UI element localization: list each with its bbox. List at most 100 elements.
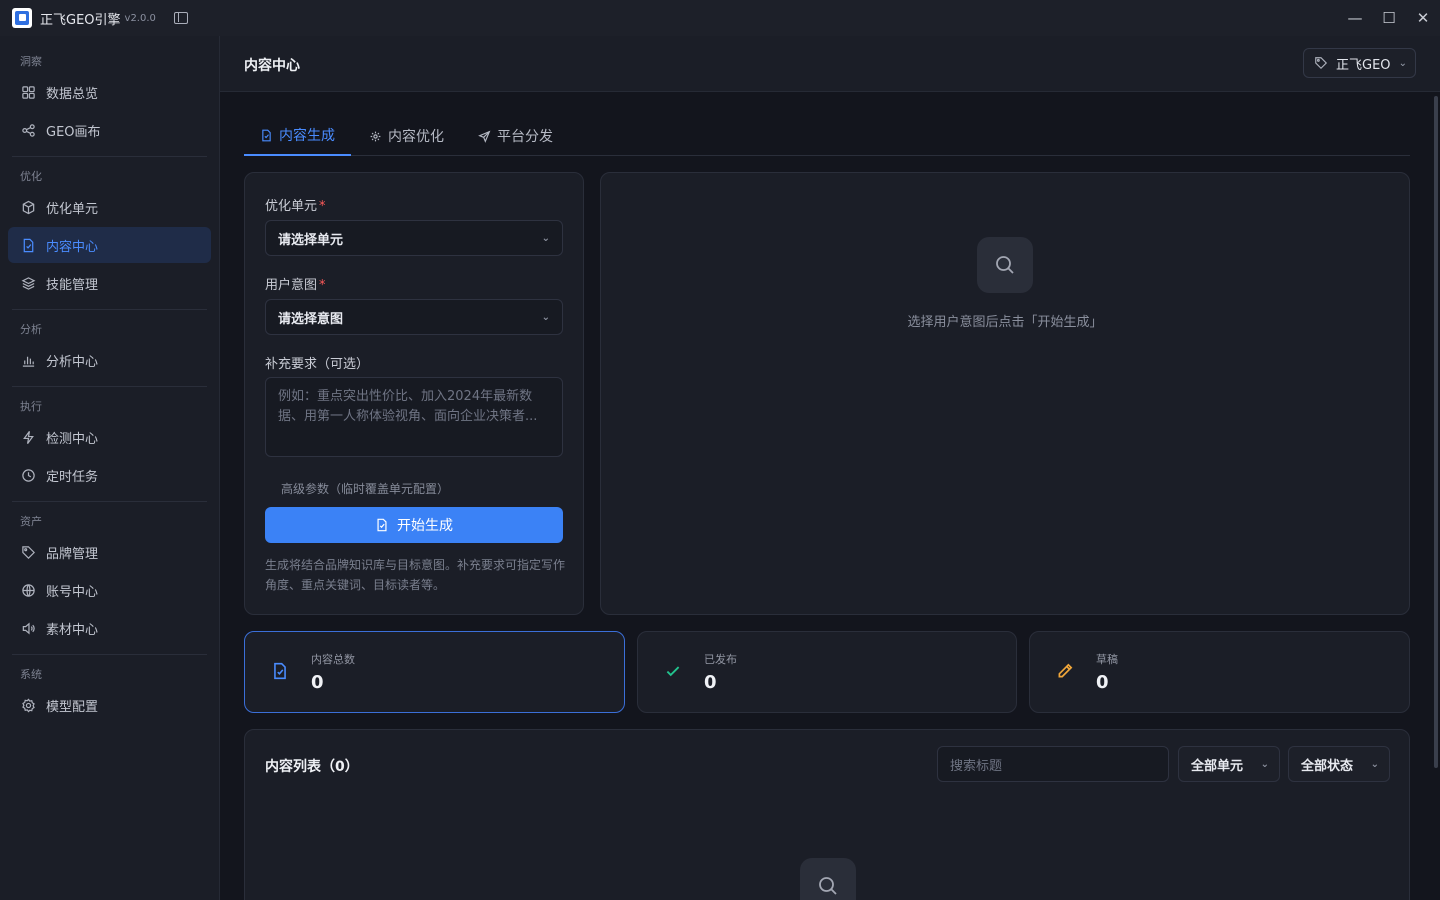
- chevron-down-icon: ⌄: [541, 232, 550, 244]
- generation-form: 优化单元* 请选择单元 ⌄ 用户意图* 请选择意图 ⌄ 补充要求（可选） 高级参…: [244, 172, 584, 615]
- sidebar-item-label: 优化单元: [46, 201, 99, 217]
- tab-content-optimize[interactable]: 内容优化: [353, 116, 460, 156]
- stat-total-content[interactable]: 内容总数 0: [244, 631, 625, 713]
- extra-requirements-input[interactable]: [265, 377, 563, 457]
- page-title: 内容中心: [244, 58, 300, 74]
- divider: [12, 654, 207, 655]
- sidebar-item-account-center[interactable]: 账号中心: [8, 572, 211, 608]
- sidebar-item-model-config[interactable]: 模型配置: [8, 687, 211, 723]
- search-title-input[interactable]: 搜索标题: [937, 746, 1169, 782]
- sidebar-item-geo-canvas[interactable]: GEO画布: [8, 112, 211, 148]
- unit-label: 优化单元 *: [265, 199, 326, 214]
- document-check-icon: [274, 662, 286, 680]
- section-label-optimize: 优化: [20, 170, 42, 183]
- section-label-assets: 资产: [20, 515, 42, 528]
- unit-select[interactable]: 请选择单元 ⌄: [265, 220, 563, 256]
- sidebar-item-content-center[interactable]: 内容中心: [8, 227, 211, 263]
- status-filter-value: 全部状态: [1301, 758, 1354, 774]
- maximize-icon[interactable]: ☐: [1372, 0, 1406, 36]
- chevron-down-icon: ⌄: [1260, 758, 1269, 770]
- app-title: 正飞GEO引擎: [40, 12, 121, 28]
- start-generate-button[interactable]: 开始生成: [265, 507, 563, 543]
- stat-value: 0: [1096, 672, 1109, 693]
- divider: [12, 156, 207, 157]
- sidebar-item-label: GEO画布: [46, 124, 101, 140]
- tag-icon: [1315, 57, 1328, 70]
- brand-selector[interactable]: 正飞GEO ⌄: [1303, 48, 1416, 78]
- stat-drafts[interactable]: 草稿 0: [1029, 631, 1410, 713]
- document-icon: [20, 237, 36, 253]
- section-label-analysis: 分析: [20, 323, 42, 336]
- section-label-system: 系统: [20, 668, 42, 681]
- divider: [12, 386, 207, 387]
- tab-content-generate[interactable]: 内容生成: [244, 116, 351, 156]
- app-version: v2.0.0: [124, 12, 156, 24]
- extra-requirements-label: 补充要求（可选）: [265, 357, 370, 372]
- intent-label: 用户意图 *: [265, 278, 326, 293]
- section-label-execute: 执行: [20, 400, 42, 413]
- sidebar-item-label: 账号中心: [46, 584, 99, 600]
- sidebar-item-label: 内容中心: [46, 239, 99, 255]
- brand-selector-label: 正飞GEO: [1336, 57, 1391, 73]
- tab-label: 平台分发: [497, 129, 553, 145]
- sidebar-item-label: 定时任务: [46, 469, 99, 485]
- section-label-insight: 洞察: [20, 55, 42, 68]
- search-icon: [800, 858, 856, 900]
- stat-label: 已发布: [704, 653, 737, 666]
- tag-icon: [20, 544, 36, 560]
- layers-icon: [20, 275, 36, 291]
- tab-platform-distribute[interactable]: 平台分发: [462, 116, 569, 156]
- sidebar-item-optimization-unit[interactable]: 优化单元: [8, 189, 211, 225]
- chevron-down-icon: ⌄: [1398, 57, 1407, 69]
- intent-select[interactable]: 请选择意图 ⌄: [265, 299, 563, 335]
- sidebar-item-label: 技能管理: [46, 277, 99, 293]
- gear-icon: [20, 697, 36, 713]
- sidebar-item-label: 分析中心: [46, 354, 99, 370]
- start-generate-label: 开始生成: [397, 518, 453, 534]
- cube-icon: [20, 199, 36, 215]
- window-controls: — ☐ ✕: [1338, 0, 1440, 36]
- sidebar-item-material-center[interactable]: 素材中心: [8, 610, 211, 646]
- tab-label: 内容生成: [279, 128, 335, 144]
- status-filter-select[interactable]: 全部状态 ⌄: [1288, 746, 1390, 782]
- search-icon: [977, 237, 1033, 293]
- intent-select-value: 请选择意图: [278, 311, 344, 327]
- stat-label: 内容总数: [311, 653, 355, 666]
- sidebar-item-brand-management[interactable]: 品牌管理: [8, 534, 211, 570]
- scrollbar[interactable]: [1434, 96, 1438, 768]
- stat-published[interactable]: 已发布 0: [637, 631, 1017, 713]
- lightning-icon: [20, 429, 36, 445]
- stat-value: 0: [704, 672, 717, 693]
- preview-empty-text: 选择用户意图后点击「开始生成」: [907, 315, 1103, 330]
- unit-select-value: 请选择单元: [278, 232, 344, 248]
- minimize-icon[interactable]: —: [1338, 0, 1372, 36]
- stat-value: 0: [311, 672, 324, 693]
- pencil-icon: [1058, 663, 1073, 678]
- send-icon: [478, 130, 491, 143]
- sidebar-item-data-overview[interactable]: 数据总览: [8, 74, 211, 110]
- sparkle-icon: [370, 131, 381, 141]
- unit-filter-value: 全部单元: [1191, 758, 1244, 774]
- sidebar-item-scheduled-tasks[interactable]: 定时任务: [8, 457, 211, 493]
- speaker-icon: [20, 620, 36, 636]
- content-tabs: 内容生成 内容优化 平台分发: [244, 116, 1410, 156]
- main-header: 内容中心 正飞GEO ⌄: [220, 36, 1440, 92]
- sidebar-item-label: 数据总览: [46, 86, 99, 102]
- unit-filter-select[interactable]: 全部单元 ⌄: [1178, 746, 1280, 782]
- preview-panel: 选择用户意图后点击「开始生成」: [600, 172, 1410, 615]
- close-icon[interactable]: ✕: [1406, 0, 1440, 36]
- divider: [12, 309, 207, 310]
- chevron-down-icon: ⌄: [1370, 758, 1379, 770]
- sidebar-item-detection-center[interactable]: 检测中心: [8, 419, 211, 455]
- sidebar-item-label: 素材中心: [46, 622, 99, 638]
- clock-icon: [20, 467, 36, 483]
- app-logo: [12, 8, 32, 28]
- globe-icon: [20, 582, 36, 598]
- content-list: 内容列表（0） 搜索标题 全部单元 ⌄ 全部状态 ⌄: [244, 729, 1410, 900]
- sidebar-toggle-icon[interactable]: [173, 12, 188, 24]
- share-nodes-icon: [20, 122, 36, 138]
- sidebar-item-analysis-center[interactable]: 分析中心: [8, 342, 211, 378]
- grid-icon: [20, 84, 36, 100]
- sidebar-item-skill-management[interactable]: 技能管理: [8, 265, 211, 301]
- advanced-params-toggle[interactable]: 高级参数（临时覆盖单元配置）: [281, 480, 449, 497]
